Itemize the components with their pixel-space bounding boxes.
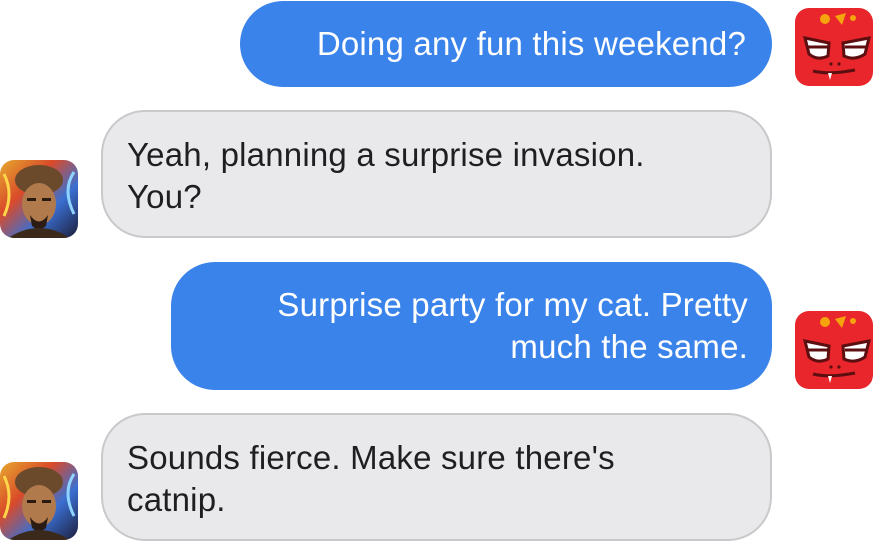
warrior-portrait-icon: [0, 160, 78, 238]
warrior-portrait-avatar: [0, 160, 78, 238]
message-text-line: Surprise party for my cat. Pretty: [277, 286, 748, 323]
red-monster-icon: [795, 311, 873, 389]
red-monster-avatar: [795, 311, 873, 389]
red-monster-avatar: [795, 8, 873, 86]
message-bubble-outgoing: Doing any fun this weekend?: [240, 1, 772, 87]
message-bubble-outgoing: Surprise party for my cat. Pretty much t…: [171, 262, 772, 390]
message-text-line: much the same.: [510, 328, 748, 365]
message-bubble-incoming: Sounds fierce. Make sure there's catnip.: [101, 413, 772, 541]
message-text-line: Doing any fun this weekend?: [316, 25, 746, 62]
warrior-portrait-avatar: [0, 462, 78, 540]
message-text-line: Yeah, planning a surprise invasion.: [127, 136, 645, 173]
message-bubble-incoming: Yeah, planning a surprise invasion. You?: [101, 110, 772, 238]
warrior-portrait-icon: [0, 462, 78, 540]
message-text-line: You?: [127, 178, 202, 215]
message-text-line: catnip.: [127, 481, 226, 518]
red-monster-icon: [795, 8, 873, 86]
message-text-line: Sounds fierce. Make sure there's: [127, 439, 615, 476]
